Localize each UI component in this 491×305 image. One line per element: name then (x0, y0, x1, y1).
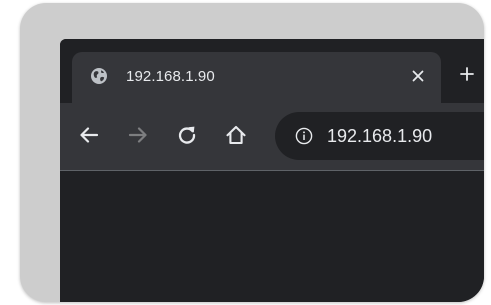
arrow-right-icon[interactable] (126, 123, 150, 147)
close-icon[interactable] (411, 69, 425, 83)
address-url[interactable]: 192.168.1.90 (327, 126, 432, 147)
browser-tab[interactable]: 192.168.1.90 (72, 52, 441, 103)
reload-icon[interactable] (175, 123, 199, 147)
tab-strip: 192.168.1.90 (60, 39, 484, 103)
home-icon[interactable] (224, 123, 248, 147)
address-bar[interactable]: 192.168.1.90 (275, 112, 484, 160)
info-icon[interactable] (295, 127, 313, 145)
toolbar: 192.168.1.90 (60, 103, 484, 170)
screenshot-card: 192.168.1.90 192.168.1.90 (20, 3, 484, 302)
globe-icon (90, 67, 108, 85)
page-content[interactable] (60, 171, 484, 302)
tab-title: 192.168.1.90 (126, 68, 215, 85)
arrow-left-icon[interactable] (77, 123, 101, 147)
plus-icon[interactable] (460, 67, 474, 81)
browser-window: 192.168.1.90 192.168.1.90 (60, 39, 484, 302)
